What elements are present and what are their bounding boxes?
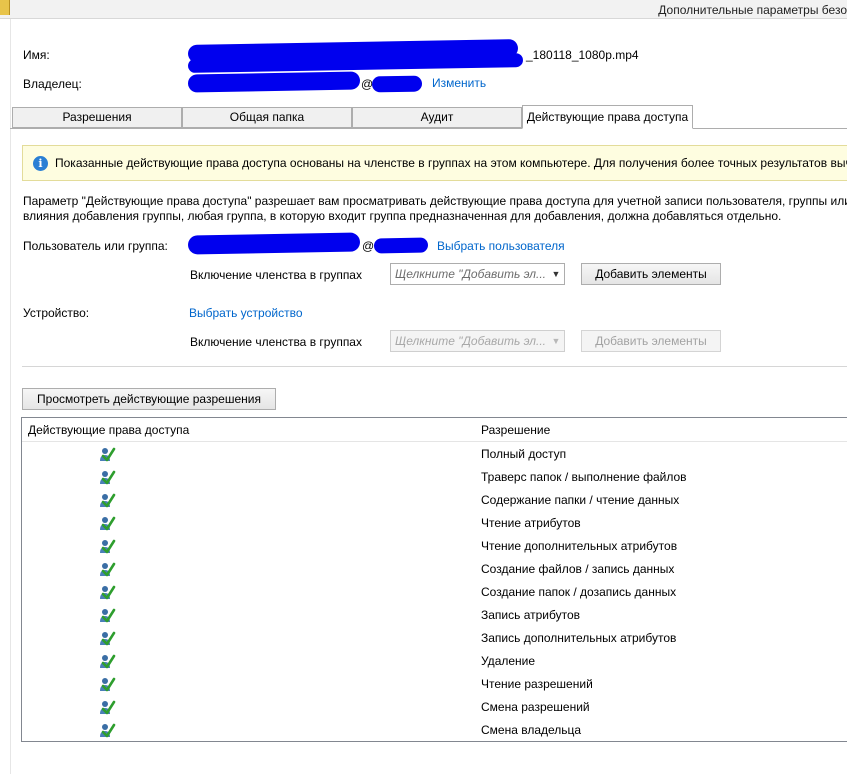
tab-sharing[interactable]: Общая папка: [182, 107, 352, 128]
redacted-user: [187, 232, 361, 255]
description-line-1: Параметр "Действующие права доступа" раз…: [23, 194, 847, 208]
tab-permissions[interactable]: Разрешения: [12, 107, 182, 128]
add-items-button[interactable]: Добавить элементы: [581, 263, 721, 285]
info-bar-text: Показанные действующие права доступа осн…: [55, 156, 847, 170]
owner-label: Владелец:: [23, 77, 82, 91]
check-user-icon: [98, 446, 116, 462]
check-user-icon: [98, 561, 116, 577]
view-effective-access-button[interactable]: Просмотреть действующие разрешения: [22, 388, 276, 410]
name-label: Имя:: [23, 48, 50, 62]
user-group-membership-combo[interactable]: Щелкните "Добавить эл... ▼: [390, 263, 565, 285]
permission-name: Полный доступ: [481, 447, 567, 461]
device-group-membership-combo[interactable]: Щелкните "Добавить эл... ▼: [390, 330, 565, 352]
device-membership-label: Включение членства в группах: [190, 335, 362, 349]
device-label: Устройство:: [23, 306, 90, 320]
table-row[interactable]: Полный доступ: [22, 443, 847, 466]
title-bar: Дополнительные параметры безо: [0, 0, 847, 19]
check-user-icon: [98, 653, 116, 669]
info-bar: i Показанные действующие права доступа о…: [22, 145, 847, 181]
redacted-owner-domain: [371, 75, 423, 93]
permission-name: Смена владельца: [481, 723, 582, 737]
permission-name: Создание папок / дозапись данных: [481, 585, 677, 599]
check-user-icon: [98, 630, 116, 646]
file-name-suffix: _180118_1080p.mp4: [526, 48, 639, 62]
permission-name: Удаление: [481, 654, 536, 668]
check-user-icon: [98, 584, 116, 600]
check-user-icon: [98, 722, 116, 738]
check-user-icon: [98, 676, 116, 692]
table-row[interactable]: Смена разрешений: [22, 696, 847, 719]
check-user-icon: [98, 492, 116, 508]
redacted-user-domain: [373, 237, 429, 254]
effective-access-grid: Действующие права доступа Разрешение Пол…: [21, 417, 847, 742]
permission-name: Запись дополнительных атрибутов: [481, 631, 677, 645]
table-row[interactable]: Чтение дополнительных атрибутов: [22, 535, 847, 558]
description-line-2: влияния добавления группы, любая группа,…: [23, 209, 782, 223]
tab-effective-access[interactable]: Действующие права доступа: [522, 105, 693, 129]
table-row[interactable]: Чтение атрибутов: [22, 512, 847, 535]
check-user-icon: [98, 515, 116, 531]
folder-icon: [0, 0, 10, 15]
tab-strip-line: [10, 128, 847, 129]
permission-name: Содержание папки / чтение данных: [481, 493, 680, 507]
table-row[interactable]: Чтение разрешений: [22, 673, 847, 696]
left-border: [10, 19, 11, 774]
check-user-icon: [98, 538, 116, 554]
tab-auditing[interactable]: Аудит: [352, 107, 522, 128]
table-row[interactable]: Смена владельца: [22, 719, 847, 742]
permission-name: Чтение атрибутов: [481, 516, 581, 530]
table-row[interactable]: Создание папок / дозапись данных: [22, 581, 847, 604]
permission-name: Чтение разрешений: [481, 677, 593, 691]
select-device-link[interactable]: Выбрать устройство: [189, 306, 303, 320]
table-row[interactable]: Создание файлов / запись данных: [22, 558, 847, 581]
permission-name: Запись атрибутов: [481, 608, 581, 622]
table-row[interactable]: Траверс папок / выполнение файлов: [22, 466, 847, 489]
permission-name: Чтение дополнительных атрибутов: [481, 539, 678, 553]
check-user-icon: [98, 469, 116, 485]
column-header-effective-access[interactable]: Действующие права доступа: [28, 423, 189, 437]
permission-name: Создание файлов / запись данных: [481, 562, 675, 576]
user-combo-text: Щелкните "Добавить эл...: [395, 267, 546, 281]
check-user-icon: [98, 699, 116, 715]
change-owner-link[interactable]: Изменить: [432, 76, 486, 90]
device-add-items-button[interactable]: Добавить элементы: [581, 330, 721, 352]
user-group-label: Пользователь или группа:: [23, 239, 168, 253]
info-icon: i: [33, 156, 48, 171]
user-membership-label: Включение членства в группах: [190, 268, 362, 282]
table-row[interactable]: Содержание папки / чтение данных: [22, 489, 847, 512]
separator: [22, 366, 847, 367]
device-combo-text: Щелкните "Добавить эл...: [395, 334, 546, 348]
table-row[interactable]: Запись дополнительных атрибутов: [22, 627, 847, 650]
redacted-owner: [187, 71, 361, 93]
table-row[interactable]: Удаление: [22, 650, 847, 673]
check-user-icon: [98, 607, 116, 623]
permission-name: Траверс папок / выполнение файлов: [481, 470, 687, 484]
table-row[interactable]: Запись атрибутов: [22, 604, 847, 627]
select-user-link[interactable]: Выбрать пользователя: [437, 239, 565, 253]
chevron-down-icon[interactable]: ▼: [548, 264, 564, 284]
chevron-down-icon[interactable]: ▼: [548, 331, 564, 351]
user-at-sign: @: [362, 239, 375, 253]
window-title: Дополнительные параметры безо: [658, 3, 847, 17]
grid-header: Действующие права доступа Разрешение: [22, 418, 847, 442]
column-header-permission[interactable]: Разрешение: [481, 423, 550, 437]
permission-name: Смена разрешений: [481, 700, 590, 714]
